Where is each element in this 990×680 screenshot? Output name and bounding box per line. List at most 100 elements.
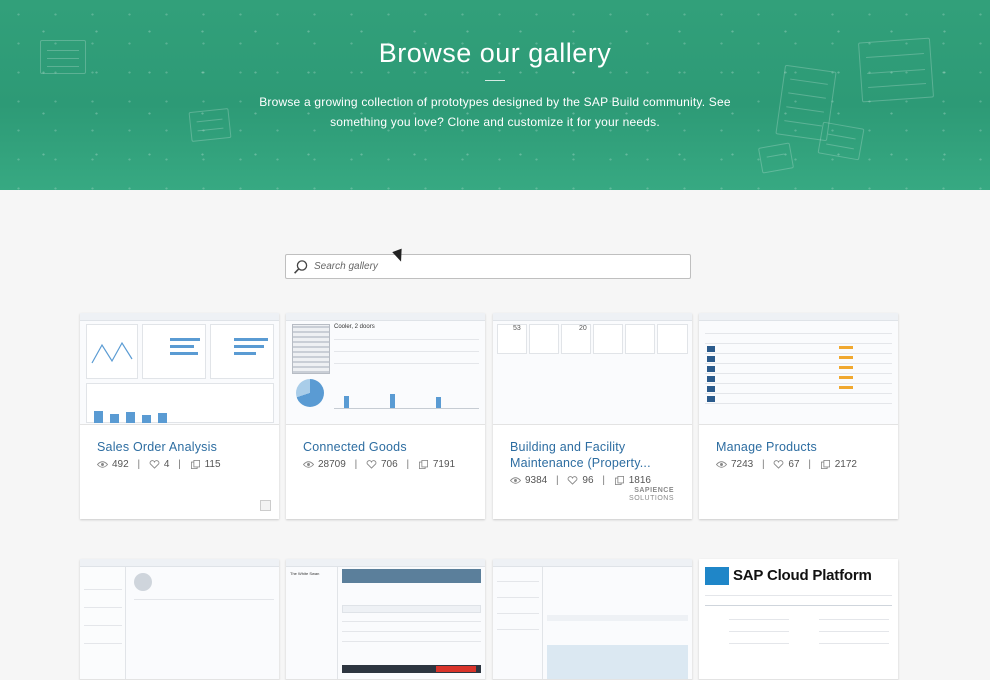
like-count: 4: [163, 459, 170, 470]
card-thumbnail[interactable]: [80, 559, 279, 680]
view-count: 9384: [525, 475, 548, 486]
thumb-rule: [334, 363, 479, 364]
card-thumbnail[interactable]: [493, 559, 692, 680]
gallery-card-row2-3[interactable]: [493, 559, 692, 680]
thumb-rule: [342, 621, 481, 622]
search-placeholder: Search gallery: [314, 261, 378, 272]
clone-count: 2172: [834, 459, 857, 470]
thumb-hbar: [170, 345, 194, 348]
gallery-card-building-facility[interactable]: 53 20 Building and Facility Maintenance …: [493, 313, 692, 519]
search-input[interactable]: Search gallery: [285, 254, 691, 279]
thumb-rule: [705, 383, 892, 384]
thumb-rule: [705, 595, 892, 596]
thumb-vbar: [436, 397, 441, 408]
gallery-card-row2-1[interactable]: [80, 559, 279, 680]
eye-icon: [303, 461, 314, 468]
thumb-rule: [84, 589, 122, 590]
thumb-toolbar: [342, 569, 481, 583]
thumb-header: [493, 559, 692, 567]
thumb-tile: [657, 324, 688, 354]
thumb-header: [286, 559, 485, 567]
stat-separator: |: [808, 459, 811, 470]
heart-icon[interactable]: [149, 460, 160, 469]
card-title[interactable]: Building and Facility Maintenance (Prope…: [510, 439, 682, 471]
card-stats: 9384 | 96 | 1816: [510, 475, 651, 486]
thumb-sidebar: [493, 567, 543, 679]
eye-icon: [510, 477, 521, 484]
like-count: 67: [788, 459, 800, 470]
thumb-count: 20: [579, 325, 587, 332]
avatar: [134, 573, 152, 591]
thumb-heading: Cooler, 2 doors: [334, 324, 375, 330]
thumb-rule: [84, 607, 122, 608]
thumb-vbar: [94, 411, 103, 423]
thumb-rule: [819, 643, 889, 644]
thumb-hbar: [234, 345, 264, 348]
clone-icon[interactable]: [614, 476, 625, 485]
thumb-axis: [334, 408, 479, 409]
broken-image-icon: [260, 500, 271, 511]
sap-logo-icon: [705, 567, 729, 585]
thumb-footer-action: [436, 666, 476, 672]
thumb-header: [80, 559, 279, 567]
card-title[interactable]: Sales Order Analysis: [97, 439, 269, 455]
thumb-sidebar: [286, 567, 338, 679]
thumb-vbar: [390, 394, 395, 408]
thumb-rule: [705, 353, 892, 354]
thumb-rule: [497, 581, 539, 582]
heart-icon[interactable]: [773, 460, 784, 469]
card-title[interactable]: Connected Goods: [303, 439, 475, 455]
thumb-rule: [705, 605, 892, 606]
heart-icon[interactable]: [366, 460, 377, 469]
view-count: 7243: [731, 459, 754, 470]
thumb-header: [699, 313, 898, 321]
thumb-rule: [705, 333, 892, 334]
gallery-card-manage-products[interactable]: Manage Products 7243 | 67 | 2172: [699, 313, 898, 519]
thumb-sidebar: [80, 567, 126, 679]
card-thumbnail[interactable]: 53 20: [493, 313, 692, 425]
thumb-hbar: [234, 338, 268, 341]
thumb-rule: [342, 641, 481, 642]
thumb-rating-stars: [839, 346, 853, 396]
thumb-vbar: [126, 412, 135, 423]
view-count: 28709: [318, 459, 346, 470]
publisher-logo-name: SAPIENCE: [634, 487, 674, 494]
card-thumbnail[interactable]: [699, 313, 898, 425]
page-title: Browse our gallery: [378, 38, 612, 68]
clone-icon[interactable]: [820, 460, 831, 469]
card-title[interactable]: Manage Products: [716, 439, 888, 455]
clone-icon[interactable]: [418, 460, 429, 469]
thumb-rule: [705, 343, 892, 344]
card-thumbnail[interactable]: [80, 313, 279, 425]
thumb-rule: [84, 643, 122, 644]
stat-separator: |: [406, 459, 410, 470]
card-stats: 28709 | 706 | 7191: [303, 459, 455, 470]
thumb-tile: [625, 324, 655, 354]
heart-icon[interactable]: [567, 476, 578, 485]
thumb-rule: [705, 363, 892, 364]
card-thumbnail[interactable]: Cooler, 2 doors: [286, 313, 485, 425]
gallery-card-connected-goods[interactable]: Cooler, 2 doors Connected Goods 28709 | …: [286, 313, 485, 519]
search-icon: [294, 260, 308, 274]
gallery-card-row2-4[interactable]: SAP Cloud Platform: [699, 559, 898, 680]
card-thumbnail[interactable]: The White Swan: [286, 559, 485, 680]
thumb-rule: [705, 373, 892, 374]
thumb-product-image: [292, 324, 330, 374]
gallery-card-row2-2[interactable]: The White Swan: [286, 559, 485, 680]
hero-banner: Browse our gallery Browse a growing coll…: [0, 0, 990, 190]
eye-icon: [716, 461, 727, 468]
thumb-heading: SAP Cloud Platform: [733, 567, 872, 584]
thumb-line-chart: [91, 341, 133, 364]
thumb-vbar: [110, 414, 119, 423]
thumb-rule: [497, 613, 539, 614]
gallery-card-sales-order-analysis[interactable]: Sales Order Analysis 492 | 4 | 115: [80, 313, 279, 519]
decor-sketch: [757, 142, 795, 174]
eye-icon: [97, 461, 108, 468]
card-thumbnail[interactable]: SAP Cloud Platform: [699, 559, 898, 680]
page-subtitle: Browse a growing collection of prototype…: [259, 95, 731, 129]
like-count: 706: [380, 459, 398, 470]
clone-icon[interactable]: [190, 460, 201, 469]
title-divider: [485, 80, 505, 81]
thumb-tile: [529, 324, 559, 354]
clone-count: 115: [204, 459, 221, 470]
